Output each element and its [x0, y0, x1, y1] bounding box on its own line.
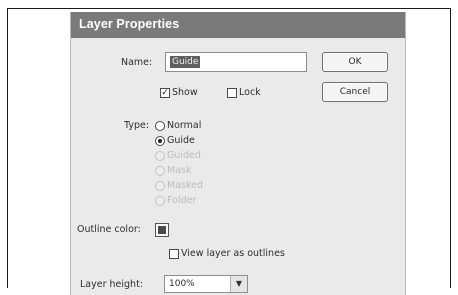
type-radio-masked — [155, 181, 165, 191]
type-radio-guide[interactable] — [155, 136, 165, 146]
cancel-button[interactable]: Cancel — [322, 82, 388, 102]
type-radio-normal[interactable] — [155, 121, 165, 131]
ok-button[interactable]: OK — [322, 52, 388, 72]
layer-properties-dialog: Layer Properties Name: Guide OK Cancel ✓… — [70, 12, 406, 295]
layer-height-label: Layer height: — [80, 279, 143, 290]
view-outlines-checkbox[interactable] — [169, 249, 179, 259]
type-radio-folder — [155, 196, 165, 206]
outline-color-label: Outline color: — [77, 224, 141, 235]
name-input-value: Guide — [170, 56, 201, 68]
type-option-label: Masked — [167, 180, 204, 191]
lock-checkbox[interactable] — [227, 88, 237, 98]
type-option-label: Folder — [167, 195, 197, 206]
dialog-title: Layer Properties — [79, 17, 180, 31]
name-input[interactable]: Guide — [165, 52, 307, 72]
type-label: Type: — [124, 120, 150, 131]
lock-label: Lock — [239, 87, 261, 98]
layer-height-value: 100% — [169, 279, 195, 289]
chevron-down-icon: ▼ — [230, 276, 247, 292]
type-option-label: Mask — [167, 165, 192, 176]
outline-color-swatch[interactable] — [155, 223, 169, 237]
view-outlines-label: View layer as outlines — [181, 248, 285, 259]
title-bar[interactable]: Layer Properties — [71, 12, 405, 38]
outline-color-fill — [158, 226, 166, 234]
type-radio-mask — [155, 166, 165, 176]
name-label: Name: — [121, 57, 153, 68]
type-option-label: Guided — [167, 150, 201, 161]
show-checkbox[interactable]: ✓ — [160, 88, 170, 98]
type-option-label: Guide — [167, 135, 195, 146]
show-label: Show — [172, 87, 198, 98]
checkmark-icon: ✓ — [161, 88, 169, 98]
type-option-label: Normal — [167, 120, 202, 131]
layer-height-select[interactable]: 100% ▼ — [164, 275, 248, 293]
type-radio-guided — [155, 151, 165, 161]
